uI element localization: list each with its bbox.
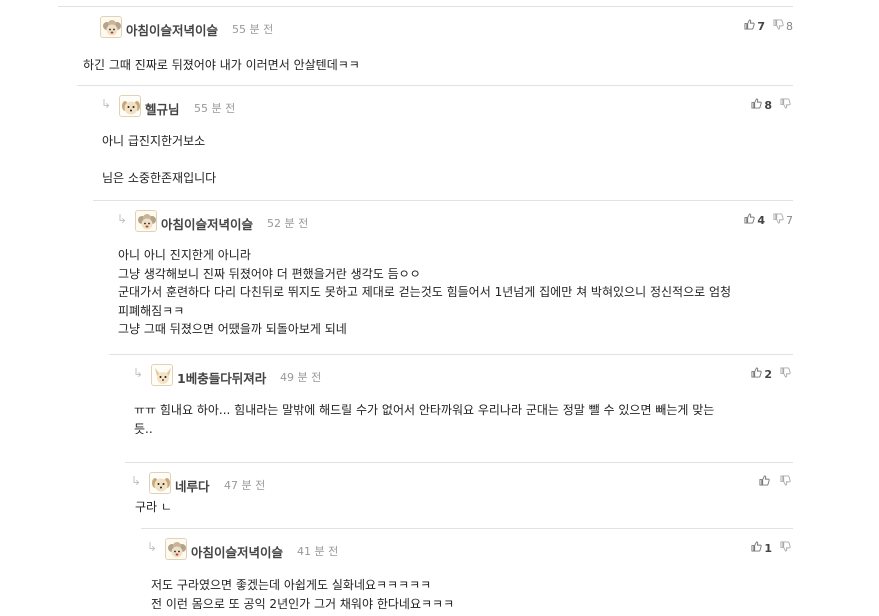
thumbs-down-icon[interactable]	[780, 475, 791, 489]
vote-box: 8	[751, 98, 793, 112]
reply-arrow-icon: ↳	[131, 474, 142, 488]
comment-text: 저도 구라였으면 좋겠는데 아쉽게도 실화네요ㅋㅋㅋㅋㅋ 전 이런 몸으로 또 …	[151, 578, 455, 611]
thumbs-down-icon[interactable]	[780, 98, 791, 112]
comment-text: 아니 아니 진지한게 아니라 그냥 생각해보니 진짜 뒤졌어야 더 편했을거란 …	[118, 248, 732, 336]
comment-author[interactable]: 네루다	[175, 476, 210, 495]
thumbs-down-icon[interactable]	[773, 213, 784, 227]
comment-time: 55 분 전	[232, 23, 274, 36]
comment-thread-page: { "comments": [ { "author": "아침이슬저녁이슬", …	[0, 0, 879, 616]
thumbs-down-icon[interactable]	[780, 367, 791, 381]
reply-arrow-icon: ↳	[117, 212, 128, 226]
comment-author[interactable]: 아침이슬저녁이슬	[161, 214, 253, 233]
comment-divider	[141, 528, 793, 529]
upvote-count: 4	[757, 214, 765, 227]
comment-author[interactable]: 아침이슬저녁이슬	[126, 20, 218, 39]
comment-text: 아니 급진지한거보소 님은 소중한존재입니다	[102, 134, 217, 185]
comment-author[interactable]: 1베충들다뒤져라	[177, 368, 266, 387]
thumbs-up-icon[interactable]	[751, 541, 763, 555]
comment-time: 55 분 전	[194, 102, 236, 115]
reply-arrow-icon: ↳	[147, 540, 158, 554]
comment-time: 47 분 전	[224, 479, 266, 492]
vote-box: 78	[744, 19, 793, 33]
upvote-count: 8	[764, 99, 772, 112]
thumbs-up-icon[interactable]	[759, 475, 770, 489]
poodle-icon[interactable]	[165, 538, 187, 560]
upvote-count: 2	[764, 368, 772, 381]
vote-box: 2	[751, 367, 793, 381]
comment-author[interactable]: 아침이슬저녁이슬	[191, 542, 283, 561]
vote-box: 1	[751, 541, 793, 555]
comment-divider	[77, 85, 793, 86]
comment-text: ㅠㅠ 힘내요 하아... 힘내라는 말밖에 해드릴 수가 없어서 안타까워요 우…	[134, 403, 715, 436]
comment-divider	[125, 462, 793, 463]
downvote-count: 7	[786, 214, 793, 227]
thumbs-down-icon[interactable]	[780, 541, 791, 555]
upvote-count: 7	[757, 20, 765, 33]
puppy-icon[interactable]	[149, 472, 171, 494]
thumbs-up-icon[interactable]	[744, 213, 756, 227]
vote-box: 47	[744, 213, 793, 227]
puppy-icon[interactable]	[119, 95, 141, 117]
comment-divider	[93, 200, 793, 201]
comment-time: 41 분 전	[297, 545, 339, 558]
comment-text: 구라 ㄴ	[135, 500, 172, 514]
poodle-icon[interactable]	[135, 210, 157, 232]
comment-author[interactable]: 헬규님	[145, 99, 180, 118]
reply-arrow-icon: ↳	[133, 366, 144, 380]
thumbs-up-icon[interactable]	[751, 367, 763, 381]
comment-time: 49 분 전	[280, 371, 322, 384]
comment-divider	[58, 6, 793, 7]
comment-text: 하긴 그때 진짜로 뒤졌어야 내가 이러면서 안살텐데ㅋㅋ	[83, 58, 360, 72]
thumbs-up-icon[interactable]	[751, 98, 763, 112]
chihuahua-icon[interactable]	[151, 364, 173, 386]
upvote-count: 1	[764, 542, 772, 555]
reply-arrow-icon: ↳	[101, 97, 112, 111]
comment-time: 52 분 전	[267, 217, 309, 230]
downvote-count: 8	[786, 20, 793, 33]
vote-box	[759, 475, 793, 489]
comment-divider	[109, 354, 793, 355]
poodle-icon[interactable]	[100, 16, 122, 38]
thumbs-down-icon[interactable]	[773, 19, 784, 33]
thumbs-up-icon[interactable]	[744, 19, 756, 33]
